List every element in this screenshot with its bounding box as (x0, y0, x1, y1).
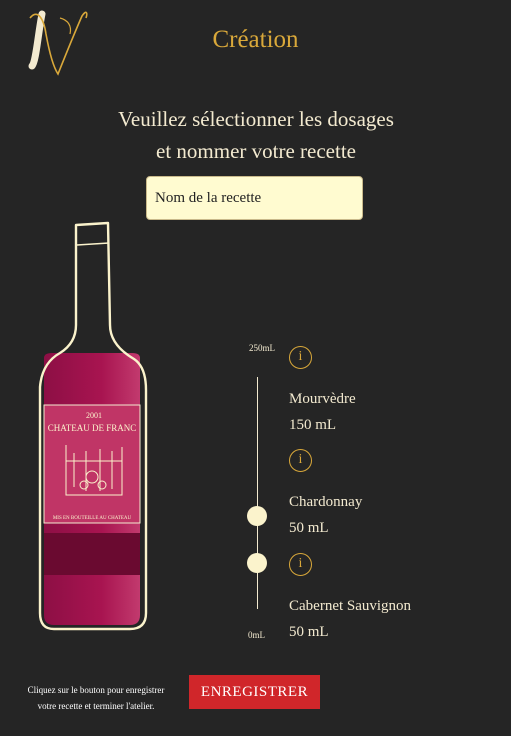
grape-amount: 50 mL (289, 624, 329, 640)
bottle-dark-band (44, 533, 140, 575)
save-button[interactable]: ENREGISTRER (189, 675, 320, 709)
save-hint-line-1: Cliquez sur le bouton pour enregistrer (27, 685, 165, 695)
info-icon[interactable]: i (289, 346, 312, 369)
label-year: 2001 (86, 411, 102, 420)
instructions-text: Veuillez sélectionner les dosages et nom… (60, 103, 452, 167)
save-hint-text: Cliquez sur le bouton pour enregistrer v… (8, 682, 184, 714)
grape-amount: 150 mL (289, 417, 337, 433)
save-hint-line-2: votre recette et terminer l'atelier. (37, 701, 155, 711)
recipe-name-input[interactable] (146, 176, 363, 220)
page-title: Création (212, 26, 299, 53)
grape-item-chardonnay: Chardonnay 50 mL (289, 489, 362, 541)
instructions-line-2: et nommer votre recette (156, 139, 356, 163)
slider-handle[interactable] (247, 552, 267, 573)
grape-item-mourvedre: Mourvèdre 150 mL (289, 386, 356, 438)
wine-bottle-illustration: 2001 CHATEAU DE FRANC MIS EN BOUTEILLE A… (38, 221, 148, 631)
grape-amount: 50 mL (289, 520, 329, 536)
slider-handle[interactable] (247, 506, 267, 527)
label-estate: CHATEAU DE FRANC (48, 423, 137, 433)
label-bottom-text: MIS EN BOUTEILLE AU CHATEAU (53, 516, 132, 521)
grape-name: Mourvèdre (289, 391, 356, 407)
scale-min-label: 0mL (248, 630, 265, 640)
info-icon[interactable]: i (289, 449, 312, 472)
grape-name: Chardonnay (289, 494, 363, 510)
dosage-slider-track[interactable] (257, 377, 258, 609)
grape-name: Cabernet Sauvignon (289, 598, 412, 614)
instructions-line-1: Veuillez sélectionner les dosages (118, 107, 394, 131)
grape-item-cabernet-sauvignon: Cabernet Sauvignon 50 mL (289, 593, 411, 645)
info-icon[interactable]: i (289, 553, 312, 576)
scale-max-label: 250mL (249, 343, 275, 353)
